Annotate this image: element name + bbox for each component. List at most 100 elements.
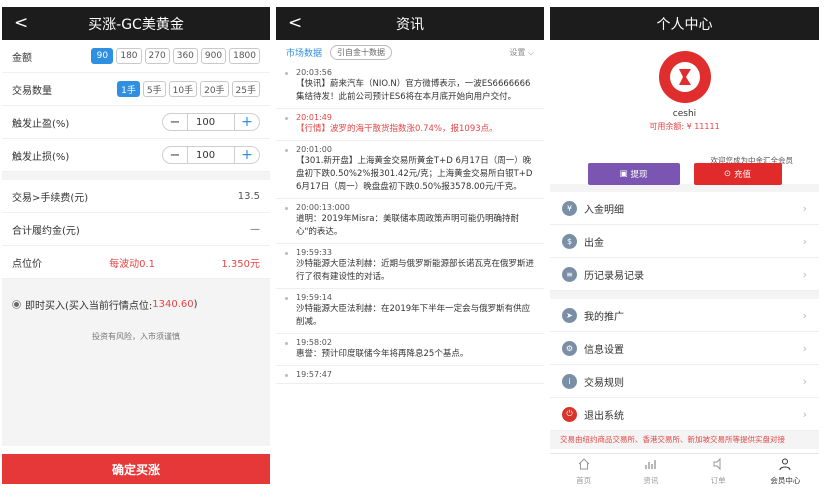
qty-option[interactable]: 20手: [200, 81, 229, 97]
buy-now-option[interactable]: 即时买入(买入当前行情点位: 1340.60 ): [2, 287, 270, 321]
chevron-right-icon: ›: [802, 374, 807, 388]
news-title: 资讯: [396, 16, 424, 33]
point-value-suffix: 1.350元: [221, 258, 260, 270]
amount-option[interactable]: 1800: [229, 48, 260, 64]
news-content: 沙特能源大臣法利赫：在2019年下半年一定会与俄罗斯有供应削减。: [296, 304, 531, 327]
news-time: 19:57:47: [296, 370, 332, 379]
menu-item[interactable]: $ 出金 ›: [550, 225, 819, 258]
qty-option[interactable]: 10手: [168, 81, 198, 97]
avatar[interactable]: [658, 51, 711, 103]
news-item[interactable]: 20:00:13:000 道明：2019年Misra：美联储本周政策声明可能仍明确…: [276, 199, 544, 244]
menu-item[interactable]: i 交易规则 ›: [550, 365, 819, 398]
news-item[interactable]: 19:59:14 沙特能源大臣法利赫：在2019年下半年一定会与俄罗斯有供应削减。: [276, 289, 544, 334]
fee-label: 交易>手续费(元): [12, 192, 89, 204]
nav-item-home[interactable]: 首页: [550, 454, 617, 489]
deposit-icon: ⊙: [723, 169, 732, 179]
back-icon[interactable]: <: [288, 13, 302, 33]
stop-profit-row: 触发止盈(%) − 100 +: [2, 106, 270, 139]
deposit-button[interactable]: ⊙ 充值: [693, 163, 782, 185]
withdraw-icon: $: [562, 233, 577, 249]
qty-option[interactable]: 25手: [231, 81, 260, 97]
divider: [550, 291, 819, 299]
chevron-right-icon: ›: [802, 267, 807, 281]
qty-options: 1手 5手 10手 20手 25手: [117, 81, 260, 97]
menu-item-label: 我的推广: [584, 311, 624, 323]
amount-option[interactable]: 360: [172, 48, 198, 64]
chevron-right-icon: ›: [802, 234, 807, 248]
rules-icon: i: [562, 373, 577, 389]
qty-option[interactable]: 5手: [142, 81, 166, 97]
news-content: 惠誉：预计印度联储今年将再降息25个基点。: [296, 349, 469, 359]
news-item[interactable]: 20:01:00 【301.新开盘】上海黄金交易所黄金T+D 6月17日（周一）晚…: [276, 141, 544, 199]
home-icon: [577, 457, 591, 473]
stop-loss-stepper: − 100 +: [162, 146, 260, 164]
menu-item[interactable]: ¥ 入金明细 ›: [550, 192, 819, 225]
news-time: 20:01:00: [296, 145, 332, 154]
menu-item-label: 交易规则: [584, 377, 624, 389]
qty-option[interactable]: 1手: [117, 81, 140, 97]
nav-item-order[interactable]: 订单: [685, 454, 752, 489]
stop-profit-minus-button[interactable]: −: [163, 114, 187, 130]
menu-item-label: 入金明细: [584, 204, 624, 216]
exchange-notice: 交易由纽约商品交易所、香港交易所、新加坡交易所等提供实盘对接: [550, 431, 819, 449]
news-item[interactable]: 19:57:47: [276, 366, 544, 384]
news-item[interactable]: 19:58:02 惠誉：预计印度联储今年将再降息25个基点。: [276, 334, 544, 366]
balance-label: 可用余额:: [649, 122, 685, 131]
stop-loss-minus-button[interactable]: −: [163, 147, 187, 163]
nav-item-member[interactable]: 会员中心: [752, 454, 819, 489]
nav-item-label: 资讯: [643, 476, 659, 485]
divider: [2, 279, 270, 287]
trade-title: 买涨-GC美黄金: [88, 16, 184, 33]
point-value: 每波动0.1 1.350元: [109, 255, 260, 270]
amount-option[interactable]: 180: [116, 48, 142, 64]
news-time: 20:03:56: [296, 68, 332, 77]
profile-title: 个人中心: [656, 16, 713, 33]
menu-item[interactable]: ⏻ 退出系统 ›: [550, 398, 819, 431]
stop-loss-plus-button[interactable]: +: [235, 147, 259, 163]
news-item[interactable]: 19:59:33 沙特能源大臣法利赫：近期与俄罗斯能源部长诺瓦克在俄罗斯进行了很有…: [276, 244, 544, 289]
fee-value: 13.5: [237, 190, 260, 202]
news-item[interactable]: 20:03:56 【快讯】蔚来汽车（NIO.N）官方微博表示，一波ES666666…: [276, 64, 544, 109]
profile-panel: 个人中心 ceshi 可用余额: ¥ 11111 欢迎您成为中金汇全会员 ▣ 提…: [550, 7, 819, 489]
wallet-icon: ▣: [619, 169, 628, 179]
menu-item[interactable]: ⚙ 信息设置 ›: [550, 332, 819, 365]
news-time: 19:59:14: [296, 293, 332, 302]
news-content: 【行情】波罗的海干散货指数涨0.74%，报1093点。: [296, 124, 498, 134]
logo-icon: [669, 62, 700, 92]
stop-profit-input[interactable]: 100: [187, 114, 235, 130]
radio-icon[interactable]: [12, 299, 21, 309]
news-time: 20:01:49: [296, 113, 332, 122]
amount-option[interactable]: 900: [200, 48, 227, 64]
menu-item[interactable]: ➤ 我的推广 ›: [550, 299, 819, 332]
withdraw-label: 提现: [630, 170, 648, 180]
profile-card: ceshi 可用余额: ¥ 11111 欢迎您成为中金汇全会员 ▣ 提现 ⊙ 充…: [550, 51, 819, 185]
chart-icon: [644, 457, 658, 473]
buy-now-close: ): [193, 298, 198, 310]
divider: [550, 184, 819, 192]
menu-item-label: 历记录易记录: [584, 270, 644, 282]
menu-item[interactable]: ≡ 历记录易记录 ›: [550, 258, 819, 291]
chevron-right-icon: ›: [802, 201, 807, 215]
news-content: 道明：2019年Misra：美联储本周政策声明可能仍明确持耐心"的表达。: [296, 214, 519, 237]
amount-option[interactable]: 90: [91, 48, 114, 64]
settings-dropdown[interactable]: 设置 ⌵: [509, 47, 534, 58]
nav-item-chart[interactable]: 资讯: [617, 454, 684, 489]
withdraw-button[interactable]: ▣ 提现: [587, 163, 680, 185]
point-row: 点位价 每波动0.1 1.350元: [2, 246, 270, 279]
username: ceshi: [672, 109, 697, 119]
tab-market-data[interactable]: 市场数据: [286, 46, 322, 59]
trade-panel: < 买涨-GC美黄金 金额 90 180 270 360 900 1800 交易数量 1手…: [2, 7, 270, 489]
back-icon[interactable]: <: [14, 13, 28, 33]
source-pill[interactable]: 引自金十数据: [330, 44, 393, 60]
risk-warning: 投资有风险，入市须谨慎: [2, 321, 270, 446]
bottom-nav: 首页 资讯 订单 会员中心: [550, 453, 819, 489]
chevron-right-icon: ›: [802, 308, 807, 322]
stop-loss-input[interactable]: 100: [187, 147, 235, 163]
trade-header: < 买涨-GC美黄金: [2, 7, 270, 40]
logout-icon: ⏻: [562, 406, 577, 422]
stop-profit-plus-button[interactable]: +: [235, 114, 259, 130]
balance-value: ¥ 11111: [686, 122, 720, 131]
amount-option[interactable]: 270: [144, 48, 170, 64]
confirm-buy-button[interactable]: 确定买涨: [2, 454, 270, 484]
news-item[interactable]: 20:01:49 【行情】波罗的海干散货指数涨0.74%，报1093点。: [276, 109, 544, 141]
